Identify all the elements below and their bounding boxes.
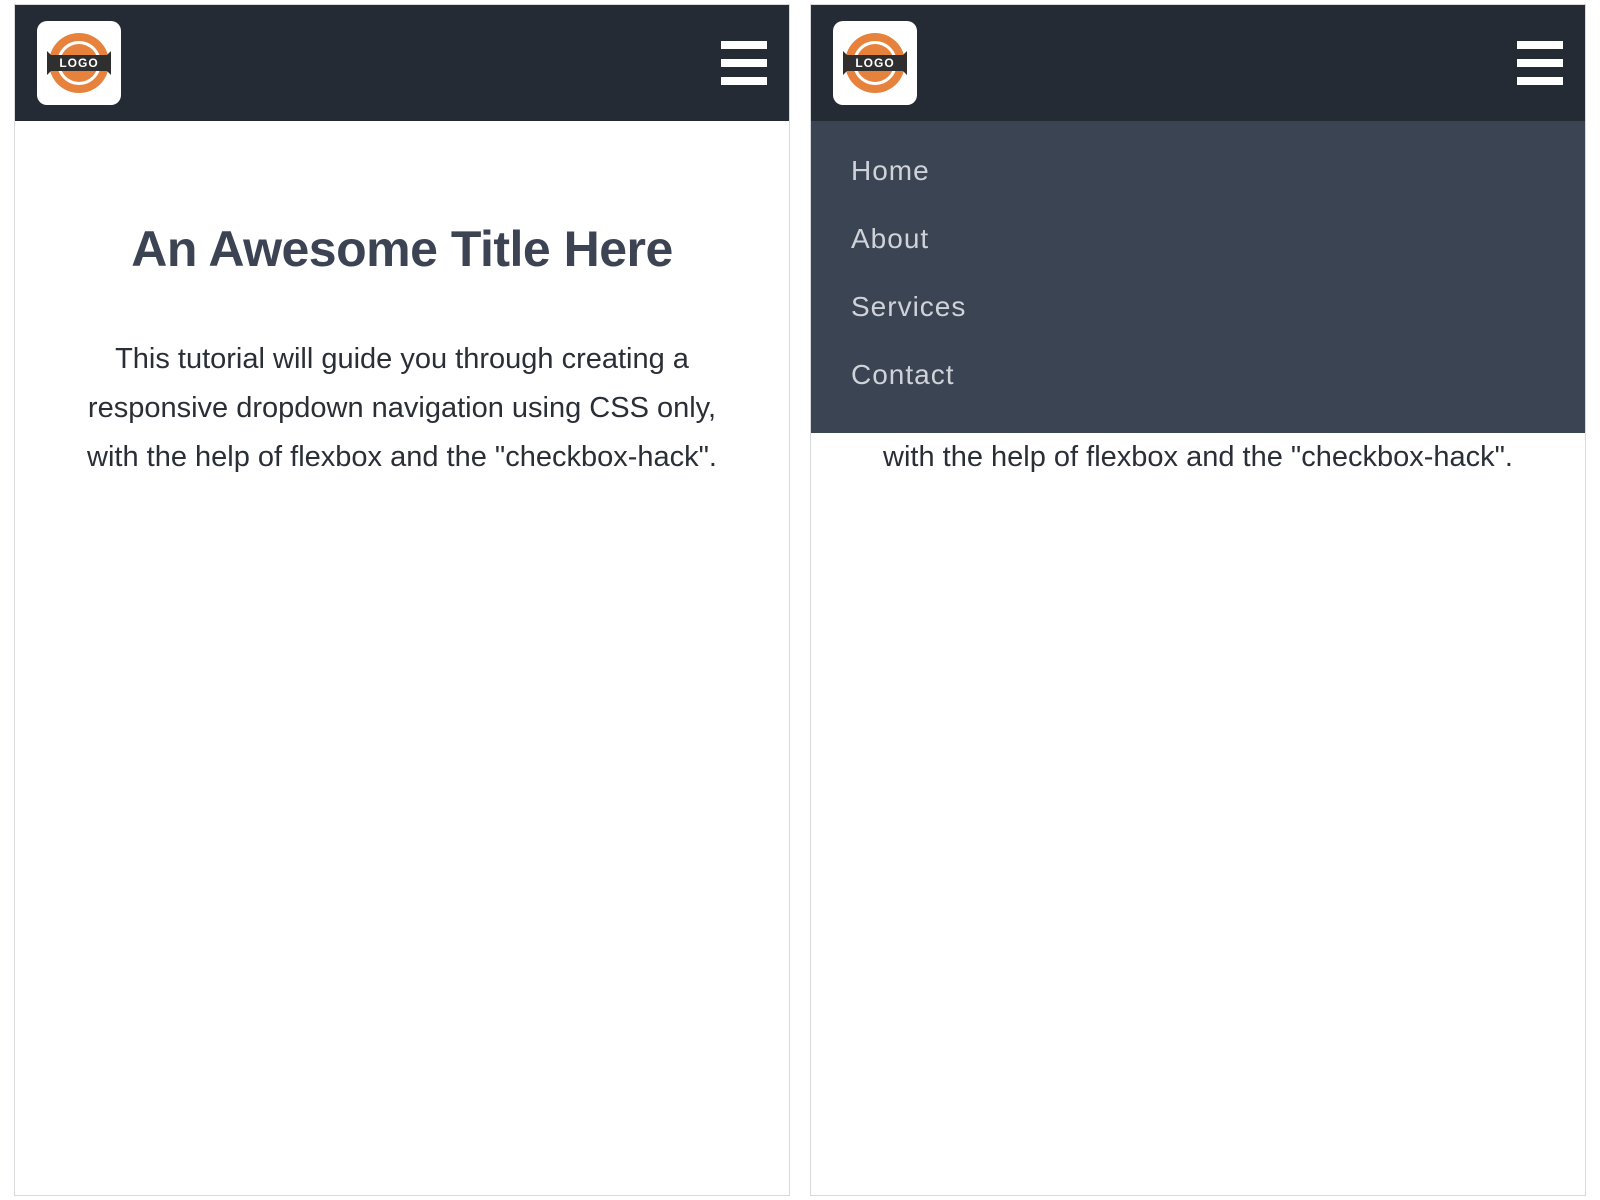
- hamburger-bar-icon: [721, 59, 767, 67]
- hamburger-menu-button[interactable]: [1517, 41, 1563, 85]
- page-title: An Awesome Title Here: [79, 221, 725, 279]
- menu-item-home[interactable]: Home: [811, 137, 1585, 205]
- logo-text: LOGO: [855, 56, 894, 70]
- mobile-view-closed: LOGO An Awesome Title Here This tutorial…: [14, 4, 790, 1196]
- hamburger-bar-icon: [721, 41, 767, 49]
- hamburger-bar-icon: [1517, 59, 1563, 67]
- logo-icon: LOGO: [43, 27, 115, 99]
- hamburger-bar-icon: [1517, 41, 1563, 49]
- mobile-view-open: LOGO An Awesome Title Here This tutorial…: [810, 4, 1586, 1196]
- menu-item-services[interactable]: Services: [811, 273, 1585, 341]
- header-bar: LOGO: [811, 5, 1585, 121]
- page-description: This tutorial will guide you through cre…: [79, 335, 725, 483]
- logo-text: LOGO: [59, 56, 98, 70]
- logo-icon: LOGO: [839, 27, 911, 99]
- header-bar: LOGO: [15, 5, 789, 121]
- main-content: An Awesome Title Here This tutorial will…: [15, 121, 789, 482]
- hamburger-bar-icon: [721, 77, 767, 85]
- hamburger-bar-icon: [1517, 77, 1563, 85]
- menu-item-contact[interactable]: Contact: [811, 341, 1585, 409]
- dropdown-menu: Home About Services Contact: [811, 121, 1585, 433]
- menu-item-about[interactable]: About: [811, 205, 1585, 273]
- logo[interactable]: LOGO: [37, 21, 121, 105]
- hamburger-menu-button[interactable]: [721, 41, 767, 85]
- logo[interactable]: LOGO: [833, 21, 917, 105]
